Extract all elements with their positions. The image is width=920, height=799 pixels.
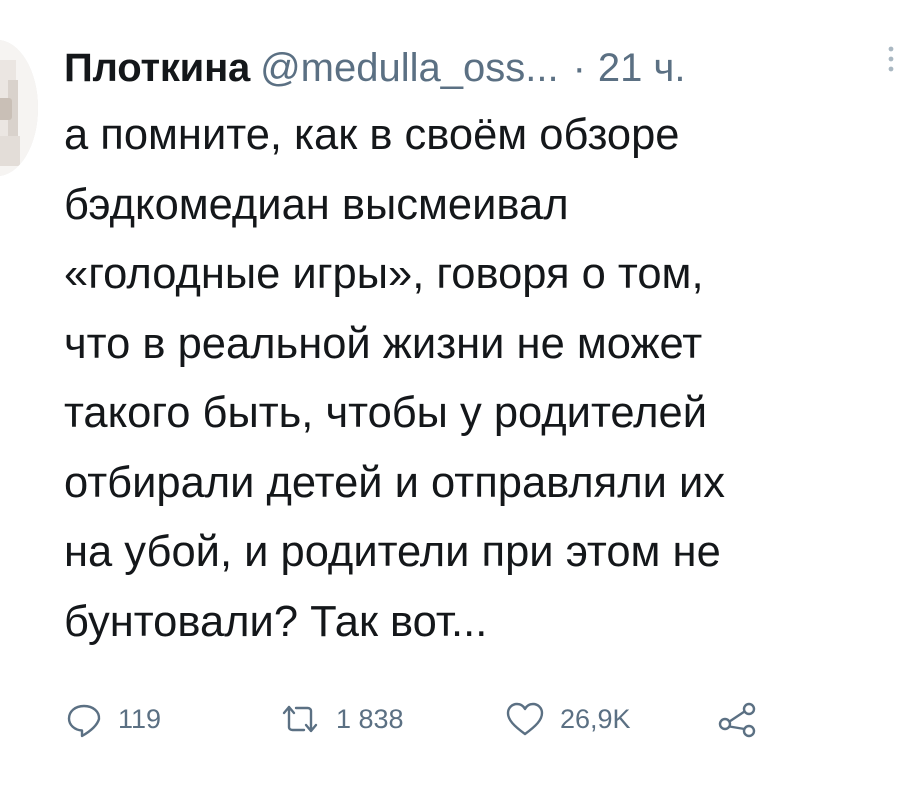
- tweet-header: Плоткина @medulla_oss... · 21 ч.: [64, 38, 685, 98]
- author-avatar[interactable]: [0, 40, 38, 176]
- tweet-text-line: на убой, и родители при этом не: [64, 528, 721, 576]
- header-separator: ·: [572, 46, 586, 90]
- tweet-text: а помните, как в своём обзоре бэдкомедиа…: [64, 101, 910, 657]
- tweet: Плоткина @medulla_oss... · 21 ч. а помни…: [0, 0, 920, 799]
- tweet-text-line: а помните, как в своём обзоре: [64, 111, 680, 159]
- tweet-text-line: бунтовали? Так вот...: [64, 597, 488, 646]
- reply-count: 119: [118, 703, 162, 734]
- like-count: 26,9K: [560, 703, 631, 734]
- heart-outline-icon: [506, 702, 544, 736]
- tweet-text-line: отбирали детей и отправляли их: [64, 458, 726, 507]
- comment-bubble-icon: [67, 704, 101, 738]
- share-button[interactable]: [716, 694, 760, 744]
- tweet-text-line: такого быть, чтобы у родителей: [64, 389, 708, 437]
- retweet-arrows-icon: [282, 705, 318, 733]
- share-nodes-icon: [718, 702, 756, 738]
- tweet-actions-bar: 119 1 838 26,9K: [64, 694, 784, 744]
- author-name[interactable]: Плоткина: [64, 38, 250, 98]
- more-options-button[interactable]: [884, 44, 898, 74]
- like-button[interactable]: 26,9K: [504, 694, 631, 744]
- retweet-count: 1 838: [336, 703, 404, 734]
- reply-button[interactable]: 119: [64, 694, 161, 744]
- retweet-button[interactable]: 1 838: [278, 694, 404, 744]
- author-handle[interactable]: @medulla_oss...: [260, 38, 559, 98]
- tweet-text-line: что в реальной жизни не может: [64, 319, 703, 368]
- tweet-text-line: бэдкомедиан высмеивал: [64, 180, 569, 229]
- more-vertical-dots-icon: [888, 46, 894, 72]
- tweet-text-line: «голодные игры», говоря о том,: [64, 250, 704, 298]
- tweet-timestamp[interactable]: 21 ч.: [598, 38, 686, 98]
- avatar-photo: [0, 40, 38, 176]
